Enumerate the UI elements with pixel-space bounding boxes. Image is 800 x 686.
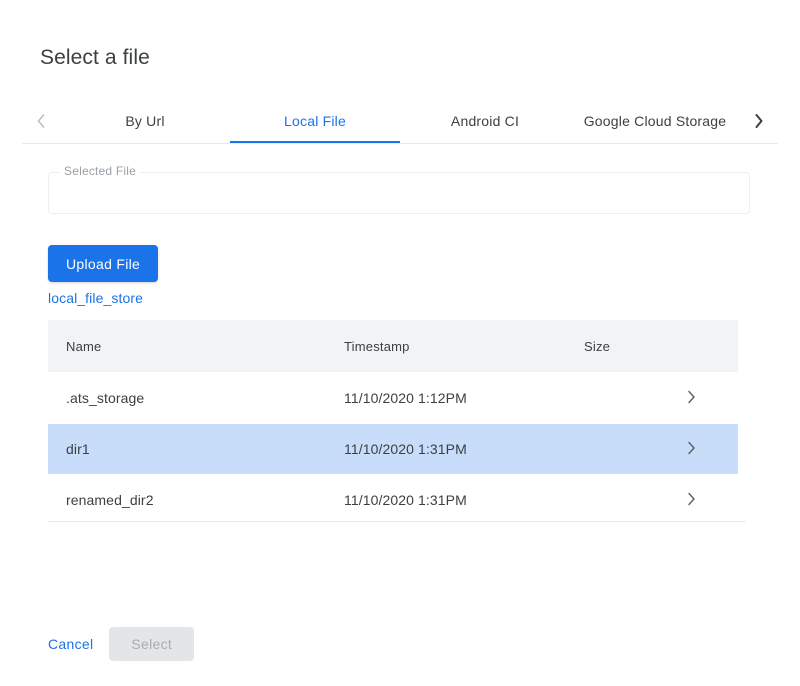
cell-name: dir1 — [48, 441, 344, 457]
table-row[interactable]: renamed_dir2 11/10/2020 1:31PM — [48, 474, 738, 525]
row-open-button[interactable] — [674, 438, 738, 461]
column-header-size: Size — [584, 339, 674, 354]
cell-timestamp: 11/10/2020 1:31PM — [344, 441, 584, 457]
cell-name: .ats_storage — [48, 390, 344, 406]
file-table: Name Timestamp Size .ats_storage 11/10/2… — [48, 320, 738, 525]
row-open-button[interactable] — [674, 489, 738, 512]
table-row[interactable]: .ats_storage 11/10/2020 1:12PM — [48, 372, 738, 423]
cell-timestamp: 11/10/2020 1:12PM — [344, 390, 584, 406]
cancel-button[interactable]: Cancel — [40, 627, 101, 661]
tab-by-url[interactable]: By Url — [60, 98, 230, 143]
cell-timestamp: 11/10/2020 1:31PM — [344, 492, 584, 508]
breadcrumb[interactable]: local_file_store — [48, 290, 143, 306]
tab-label: By Url — [125, 113, 164, 129]
cell-name: renamed_dir2 — [48, 492, 344, 508]
chevron-right-icon — [752, 111, 766, 131]
tab-scroll-right-button[interactable] — [740, 98, 778, 143]
upload-file-button[interactable]: Upload File — [48, 245, 158, 282]
tab-label: Android CI — [451, 113, 519, 129]
row-open-button[interactable] — [674, 387, 738, 410]
tab-scroll-left-button[interactable] — [22, 98, 60, 143]
column-header-name: Name — [48, 339, 344, 354]
table-header-row: Name Timestamp Size — [48, 320, 738, 372]
tab-android-ci[interactable]: Android CI — [400, 98, 570, 143]
tab-list: By Url Local File Android CI Google Clou… — [60, 98, 740, 143]
table-row[interactable]: dir1 11/10/2020 1:31PM — [48, 423, 738, 474]
column-header-timestamp: Timestamp — [344, 339, 584, 354]
select-button[interactable]: Select — [109, 627, 194, 661]
selected-file-input[interactable] — [49, 173, 749, 213]
page-title: Select a file — [40, 44, 150, 72]
tab-label: Google Cloud Storage — [584, 113, 727, 129]
chevron-right-icon — [685, 438, 698, 461]
dialog-actions: Cancel Select — [40, 627, 194, 661]
tab-google-cloud-storage[interactable]: Google Cloud Storage — [570, 98, 740, 143]
table-bottom-divider — [48, 521, 746, 522]
chevron-left-icon — [34, 111, 48, 131]
chevron-right-icon — [685, 489, 698, 512]
tab-local-file[interactable]: Local File — [230, 98, 400, 143]
source-tab-bar: By Url Local File Android CI Google Clou… — [22, 98, 778, 144]
selected-file-field[interactable]: Selected File — [48, 172, 750, 214]
tab-label: Local File — [284, 113, 346, 129]
select-file-dialog: Select a file By Url Local File Android … — [0, 0, 800, 686]
chevron-right-icon — [685, 387, 698, 410]
